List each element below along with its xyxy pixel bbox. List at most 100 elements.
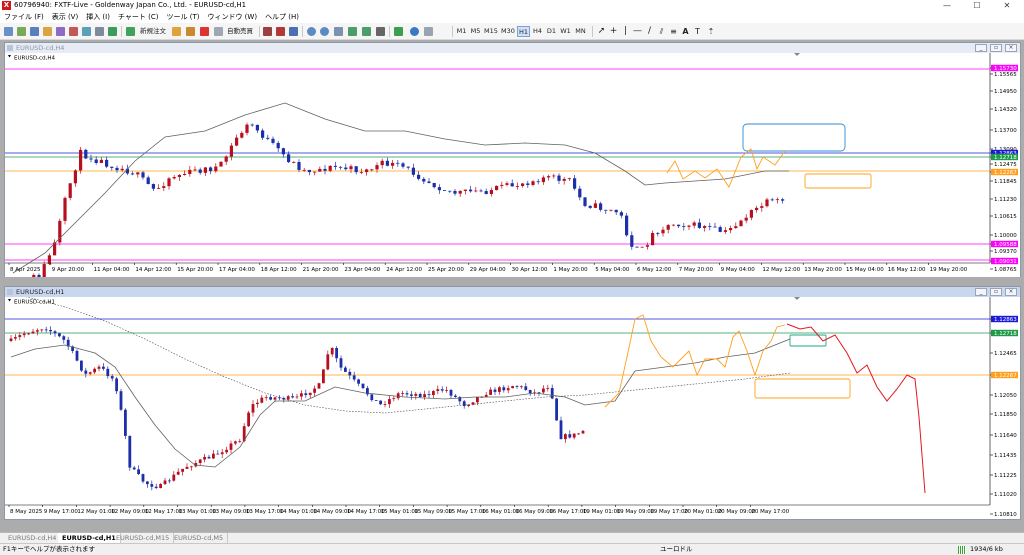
- profiles-icon[interactable]: [17, 27, 26, 36]
- candle-body: [383, 404, 387, 405]
- zoom-out-icon[interactable]: [320, 27, 329, 36]
- menu-view[interactable]: 表示 (V): [48, 11, 82, 23]
- tab-eurusd-m15[interactable]: EURUSD-cd,M15: [112, 533, 175, 543]
- candle-body: [261, 130, 265, 138]
- window-restore-button[interactable]: ▫: [990, 288, 1002, 296]
- timeframe-m1[interactable]: M1: [455, 26, 468, 37]
- candle-body: [266, 137, 270, 139]
- signals-icon[interactable]: [108, 27, 117, 36]
- timeframe-w1[interactable]: W1: [559, 26, 572, 37]
- properties-icon[interactable]: [376, 27, 385, 36]
- metaeditor-icon[interactable]: [172, 27, 181, 36]
- new-chart-icon[interactable]: [4, 27, 13, 36]
- candle-body: [307, 169, 311, 173]
- price-label: 1.10615: [994, 214, 1017, 220]
- timeframe-d1[interactable]: D1: [545, 26, 558, 37]
- time-label: 13 May 17:00: [246, 509, 284, 515]
- line-chart-icon[interactable]: [289, 27, 298, 36]
- time-label: 16 May 09:00: [516, 509, 554, 515]
- candle-body: [14, 337, 17, 339]
- time-label: 9 Apr 20:00: [52, 267, 85, 273]
- crosshair-icon[interactable]: +: [609, 26, 618, 37]
- tab-eurusd-m5[interactable]: EURUSD-cd,M5: [170, 533, 229, 543]
- time-label: 18 Apr 12:00: [261, 267, 297, 273]
- cursor-icon[interactable]: ➚: [597, 26, 606, 37]
- candle-body: [240, 132, 244, 138]
- candle-body: [235, 137, 239, 146]
- candle-body: [463, 189, 467, 191]
- candle-body: [269, 397, 272, 400]
- window-restore-button[interactable]: ▫: [990, 44, 1002, 52]
- navigator-icon[interactable]: [56, 27, 65, 36]
- candle-body: [75, 350, 79, 361]
- experts-icon[interactable]: [186, 27, 195, 36]
- candle-body: [151, 184, 155, 189]
- candle-body: [713, 226, 717, 228]
- fibonacci-icon[interactable]: ≡: [669, 26, 678, 37]
- vertical-line-icon[interactable]: |: [621, 26, 630, 37]
- candle-body: [552, 175, 556, 177]
- periods-icon[interactable]: [410, 27, 419, 36]
- history-icon[interactable]: [95, 27, 104, 36]
- horizontal-line-icon[interactable]: —: [633, 26, 642, 37]
- time-label: 25 Apr 20:00: [428, 267, 464, 273]
- tab-eurusd-h4[interactable]: EURUSD-cd,H4: [4, 533, 62, 543]
- time-label: 29 Apr 04:00: [470, 267, 506, 273]
- terminal-icon[interactable]: [69, 27, 78, 36]
- window-close-button[interactable]: ×: [1005, 44, 1017, 52]
- new-order-button[interactable]: 新規注文: [136, 26, 170, 37]
- market-watch-icon[interactable]: [30, 27, 39, 36]
- autoscroll-icon[interactable]: [362, 27, 371, 36]
- timeframe-m5[interactable]: M5: [469, 26, 482, 37]
- candle-body: [528, 389, 532, 394]
- auto-trading-icon[interactable]: [200, 27, 209, 36]
- strategy-tester-icon[interactable]: [82, 27, 91, 36]
- tile-windows-icon[interactable]: [334, 27, 343, 36]
- candlestick-icon[interactable]: [276, 27, 285, 36]
- equidistant-channel-icon[interactable]: ⫽: [657, 26, 666, 37]
- h4-chart-area[interactable]: EURUSD-cd,H41.157301.155651.149501.14320…: [5, 53, 1020, 277]
- chart-window-h4[interactable]: EURUSD-cd,H4 _ ▫ × EURUSD-cd,H4 1.15730 1.…: [4, 42, 1021, 277]
- bar-chart-icon[interactable]: [263, 27, 272, 36]
- maximize-button[interactable]: ☐: [966, 0, 988, 11]
- candle-body: [120, 168, 124, 171]
- chart-window-h1[interactable]: EURUSD-cd,H1 _ ▫ × EURUSD-cd,H1 1.12863 1.…: [4, 286, 1021, 520]
- menu-help[interactable]: ヘルプ (H): [261, 11, 303, 23]
- text-icon[interactable]: A: [681, 26, 690, 37]
- status-profile: ユーロドル: [660, 545, 693, 553]
- window-minimize-button[interactable]: _: [975, 44, 987, 52]
- close-button[interactable]: ✕: [996, 0, 1018, 11]
- menu-chart[interactable]: チャート (C): [114, 11, 163, 23]
- templates-icon[interactable]: [424, 27, 433, 36]
- price-label: 1.09370: [994, 249, 1017, 255]
- data-window-icon[interactable]: [43, 27, 52, 36]
- window-close-button[interactable]: ×: [1005, 288, 1017, 296]
- auto-trading-button[interactable]: 自動売買: [224, 26, 256, 37]
- zoom-in-icon[interactable]: [307, 27, 316, 36]
- minimize-button[interactable]: —: [936, 0, 958, 11]
- chart-shift-icon[interactable]: [348, 27, 357, 36]
- candle-body: [770, 199, 774, 201]
- window-minimize-button[interactable]: _: [975, 288, 987, 296]
- label-icon[interactable]: T: [693, 26, 702, 37]
- candle-body: [392, 398, 396, 400]
- timeframe-m30[interactable]: M30: [500, 26, 516, 37]
- timeframe-h4[interactable]: H4: [531, 26, 544, 37]
- timeframe-m15[interactable]: M15: [483, 26, 499, 37]
- new-order-icon[interactable]: [126, 27, 135, 36]
- indicators-icon[interactable]: [394, 27, 403, 36]
- candle-body: [137, 469, 140, 475]
- candle-body: [375, 165, 379, 170]
- menu-tools[interactable]: ツール (T): [162, 11, 203, 23]
- menu-window[interactable]: ウィンドウ (W): [203, 11, 261, 23]
- menu-insert[interactable]: 挿入 (I): [82, 11, 114, 23]
- time-label: 5 May 04:00: [595, 267, 630, 273]
- menu-file[interactable]: ファイル (F): [0, 11, 48, 23]
- candle-body: [619, 212, 623, 216]
- arrows-icon[interactable]: ⇡: [705, 26, 717, 37]
- h1-chart-area[interactable]: EURUSD-cd,H1 1.12863 1.12718 1.12465 1.12267…: [5, 297, 1020, 519]
- trendline-icon[interactable]: /: [645, 26, 654, 37]
- timeframe-mn[interactable]: MN: [573, 26, 588, 37]
- timeframe-h1[interactable]: H1: [517, 26, 530, 37]
- calculator-icon[interactable]: [214, 27, 223, 36]
